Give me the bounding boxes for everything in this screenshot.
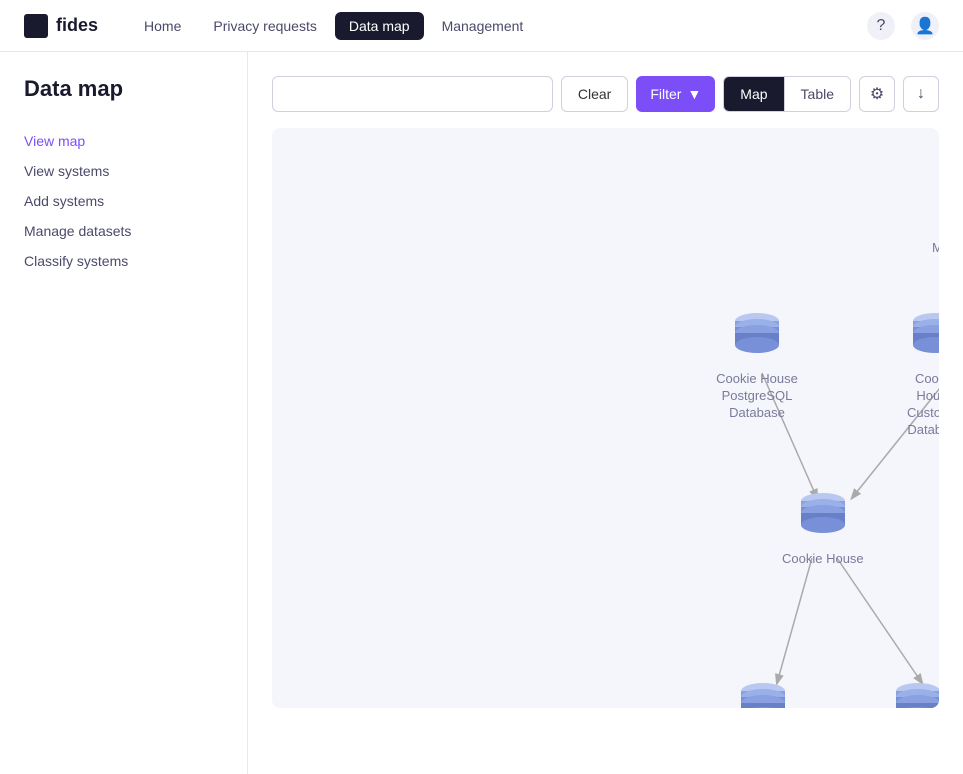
node-postgres-db-label: Cookie House PostgreSQL Database bbox=[707, 371, 807, 422]
sidebar-item-view-systems[interactable]: View systems bbox=[16, 156, 231, 186]
user-icon[interactable]: 👤 bbox=[911, 12, 939, 40]
toolbar: Clear Filter ▼ Map Table ⚙ ↓ bbox=[272, 76, 939, 112]
nav-item-management[interactable]: Management bbox=[428, 12, 538, 40]
node-marketing-label: Cookie House Marketing System bbox=[932, 206, 939, 274]
sidebar-item-view-map[interactable]: View map bbox=[16, 126, 231, 156]
logo: fides bbox=[24, 14, 98, 38]
node-stripe-icon bbox=[890, 683, 939, 708]
node-postgres-db[interactable]: Cookie House PostgreSQL Database bbox=[707, 313, 807, 422]
help-icon[interactable]: ? bbox=[867, 12, 895, 40]
node-customer-db-icon bbox=[907, 313, 939, 365]
node-cookie-house-icon bbox=[795, 493, 851, 545]
filter-label: Filter bbox=[650, 86, 681, 102]
node-hubspot[interactable]: Hubspot CRM bbox=[722, 683, 804, 708]
logo-text: fides bbox=[56, 15, 98, 36]
main-nav: Home Privacy requests Data map Managemen… bbox=[130, 12, 867, 40]
download-icon-button[interactable]: ↓ bbox=[903, 76, 939, 112]
node-customer-db[interactable]: Cookie House Customer Database bbox=[907, 313, 939, 439]
search-input[interactable] bbox=[272, 76, 553, 112]
filter-button[interactable]: Filter ▼ bbox=[636, 76, 715, 112]
node-hubspot-icon bbox=[735, 683, 791, 708]
table-view-button[interactable]: Table bbox=[785, 77, 850, 111]
logo-icon bbox=[24, 14, 48, 38]
node-customer-db-label: Cookie House Customer Database bbox=[907, 371, 939, 439]
sidebar-item-manage-datasets[interactable]: Manage datasets bbox=[16, 216, 231, 246]
filter-icon: ▼ bbox=[687, 86, 701, 102]
main-content: Clear Filter ▼ Map Table ⚙ ↓ bbox=[248, 52, 963, 774]
page-title: Data map bbox=[16, 76, 231, 102]
nav-item-privacy[interactable]: Privacy requests bbox=[199, 12, 330, 40]
arrows-svg bbox=[272, 128, 939, 708]
node-cookie-house-label: Cookie House bbox=[782, 551, 864, 568]
settings-icon-button[interactable]: ⚙ bbox=[859, 76, 895, 112]
clear-button[interactable]: Clear bbox=[561, 76, 628, 112]
view-toggle: Map Table bbox=[723, 76, 851, 112]
nav-item-home[interactable]: Home bbox=[130, 12, 195, 40]
layout: Data map View map View systems Add syste… bbox=[0, 52, 963, 774]
sidebar-item-add-systems[interactable]: Add systems bbox=[16, 186, 231, 216]
nav-icons: ? 👤 bbox=[867, 12, 939, 40]
map-area: Cookie House Marketing System Cookie Ho bbox=[272, 128, 939, 708]
node-marketing[interactable]: Cookie House Marketing System bbox=[932, 148, 939, 274]
node-marketing-icon bbox=[933, 148, 939, 200]
node-stripe[interactable]: Stripe payment processing bbox=[887, 683, 939, 708]
sidebar: Data map View map View systems Add syste… bbox=[0, 52, 248, 774]
sidebar-item-classify-systems[interactable]: Classify systems bbox=[16, 246, 231, 276]
nav-item-datamap[interactable]: Data map bbox=[335, 12, 424, 40]
topbar: fides Home Privacy requests Data map Man… bbox=[0, 0, 963, 52]
node-cookie-house[interactable]: Cookie House bbox=[782, 493, 864, 568]
map-view-button[interactable]: Map bbox=[724, 77, 784, 111]
node-postgres-db-icon bbox=[729, 313, 785, 365]
